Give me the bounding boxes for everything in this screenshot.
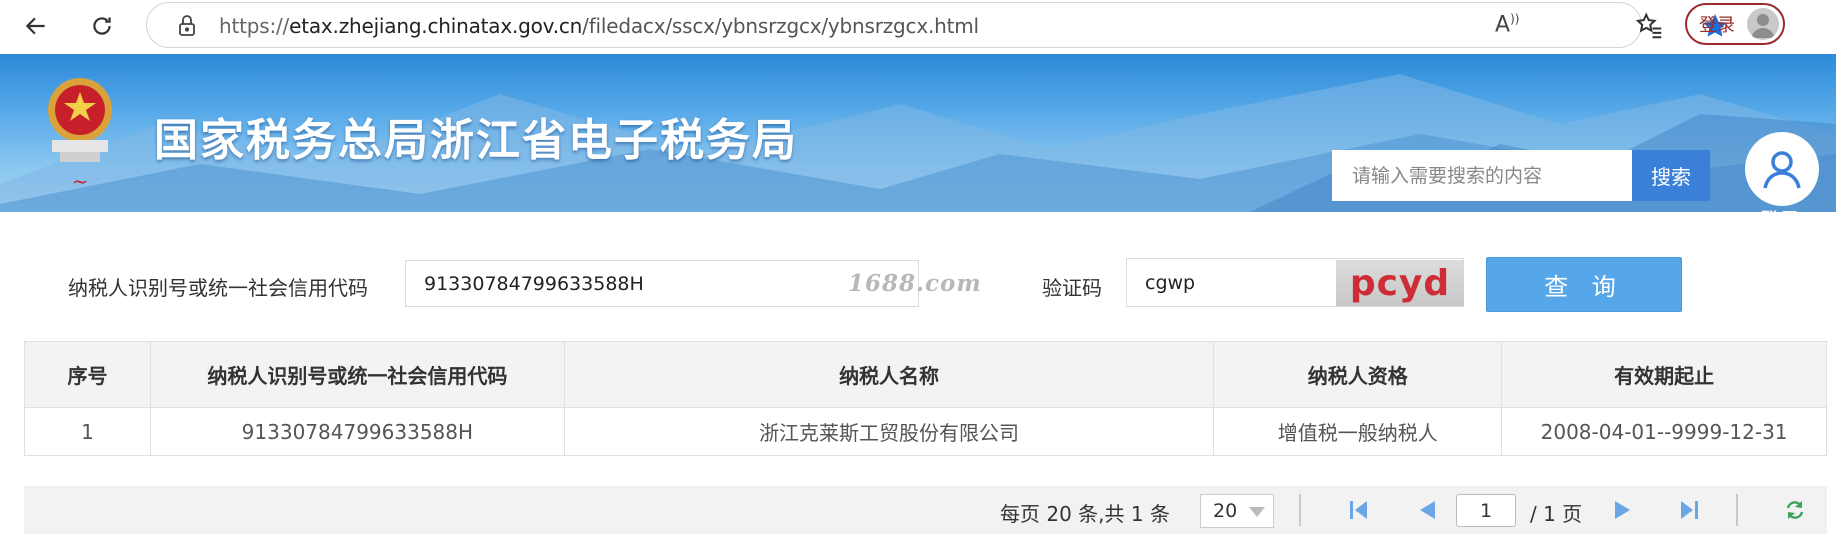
read-aloud-icon[interactable]: A)) [1495, 12, 1519, 37]
svg-text:~: ~ [72, 169, 89, 193]
page-size-value: 20 [1213, 500, 1238, 522]
url-scheme: https:// [219, 14, 290, 38]
table-row[interactable]: 1 91330784799633588H 浙江克莱斯工贸股份有限公司 增值税一般… [24, 407, 1827, 456]
browser-toolbar: https://etax.zhejiang.chinatax.gov.cn/fi… [0, 0, 1836, 52]
taxid-label: 纳税人识别号或统一社会信用代码 [68, 276, 368, 300]
user-icon [1763, 151, 1801, 189]
chevron-down-icon [1249, 507, 1265, 517]
divider [1736, 494, 1738, 526]
captcha-label: 验证码 [1042, 276, 1102, 300]
column-header: 纳税人识别号或统一社会信用代码 [149, 341, 565, 408]
url-host: etax.zhejiang.chinatax.gov.cn [289, 14, 583, 38]
user-login-label[interactable]: 登录 [1760, 204, 1800, 212]
url-text[interactable]: https://etax.zhejiang.chinatax.gov.cn/fi… [219, 14, 979, 38]
cell-index: 1 [24, 407, 151, 456]
url-path: /filedacx/sscx/ybnsrzgcx/ybnsrzgcx.html [582, 14, 979, 38]
column-header: 有效期起止 [1501, 341, 1827, 408]
next-page-icon[interactable] [1610, 498, 1636, 522]
browser-login-button[interactable]: 登录 [1685, 3, 1785, 45]
cell-validity: 2008-04-01--9999-12-31 [1501, 407, 1827, 456]
cell-taxid: 91330784799633588H [149, 407, 565, 456]
user-login-button[interactable] [1745, 132, 1819, 206]
refresh-icon[interactable] [84, 8, 120, 44]
pagination-bar: 每页 20 条,共 1 条 20 / 1 页 [24, 486, 1827, 534]
refresh-page-icon[interactable] [1782, 498, 1808, 522]
cell-taxpayer-name: 浙江克莱斯工贸股份有限公司 [563, 407, 1215, 456]
site-search-input[interactable] [1332, 150, 1632, 201]
last-page-icon[interactable] [1676, 498, 1702, 522]
search-button[interactable]: 搜索 [1632, 150, 1710, 201]
tax-bureau-emblem-icon: ~ [48, 78, 112, 193]
avatar-icon [1747, 8, 1779, 40]
column-header: 纳税人名称 [563, 341, 1215, 408]
site-title: 国家税务总局浙江省电子税务局 [154, 115, 798, 166]
site-banner: ~ 国家税务总局浙江省电子税务局 搜索 登录 [0, 54, 1836, 212]
taxid-input[interactable] [405, 260, 919, 307]
divider [1299, 494, 1301, 526]
pagination-info: 每页 20 条,共 1 条 [1000, 502, 1170, 526]
watermark-text: 1688.com [848, 270, 982, 297]
table-header-row: 序号 纳税人识别号或统一社会信用代码 纳税人名称 纳税人资格 有效期起止 [24, 341, 1827, 408]
lock-icon[interactable] [175, 13, 199, 39]
address-bar[interactable]: https://etax.zhejiang.chinatax.gov.cn/fi… [146, 2, 1727, 48]
page-size-select[interactable]: 20 [1200, 494, 1274, 528]
page-total: / 1 页 [1530, 502, 1583, 526]
cell-qualification: 增值税一般纳税人 [1213, 407, 1503, 456]
column-header: 序号 [24, 341, 151, 408]
previous-page-icon[interactable] [1414, 498, 1440, 522]
back-arrow-icon[interactable] [18, 8, 54, 44]
page-number-input[interactable] [1456, 494, 1516, 527]
result-table: 序号 纳税人识别号或统一社会信用代码 纳税人名称 纳税人资格 有效期起止 1 9… [24, 341, 1827, 456]
captcha-image[interactable]: pcyd [1336, 260, 1464, 306]
first-page-icon[interactable] [1346, 498, 1372, 522]
favorites-list-icon[interactable] [1635, 11, 1665, 41]
browser-login-label: 登录 [1699, 15, 1735, 36]
query-button[interactable]: 查 询 [1486, 257, 1682, 312]
column-header: 纳税人资格 [1213, 341, 1503, 408]
